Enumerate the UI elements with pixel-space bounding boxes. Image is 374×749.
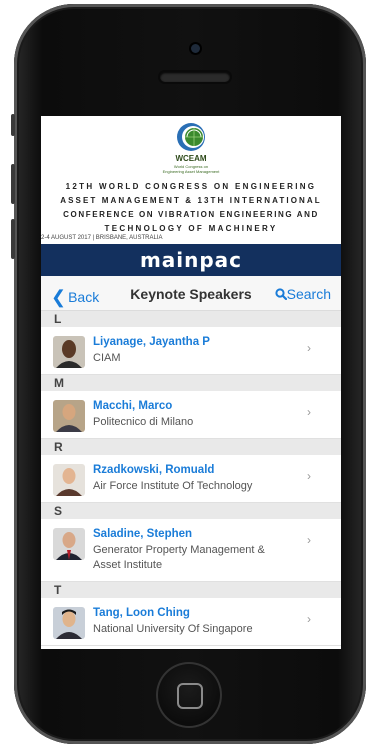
conference-title-line-2: ASSET MANAGEMENT & 13TH INTERNATIONAL xyxy=(60,196,322,205)
speaker-name: Liyanage, Jayantha P xyxy=(93,336,210,348)
speaker-row-saladine[interactable]: Saladine, Stephen Generator Property Man… xyxy=(41,519,341,582)
speaker-org: Air Force Institute Of Technology xyxy=(93,480,253,492)
brand-logo: mainpac xyxy=(139,248,243,272)
conference-title-line-1: 12TH WORLD CONGRESS ON ENGINEERING xyxy=(65,182,317,191)
section-header-s: S xyxy=(41,503,341,519)
nav-bar: ❮ Back Keynote Speakers Search xyxy=(41,276,341,311)
chevron-right-icon: › xyxy=(307,341,311,355)
speaker-photo xyxy=(53,528,85,560)
conference-title-line-3: CONFERENCE ON VIBRATION ENGINEERING AND xyxy=(63,210,319,219)
speaker-row-rzadkowski[interactable]: Rzadkowski, Romuald Air Force Institute … xyxy=(41,455,341,503)
chevron-right-icon: › xyxy=(307,405,311,419)
search-icon xyxy=(275,288,287,301)
home-button[interactable] xyxy=(156,662,222,728)
speaker-photo xyxy=(53,464,85,496)
speaker-org: Generator Property Management & Asset In… xyxy=(93,544,265,571)
speaker-org: National University Of Singapore xyxy=(93,623,253,635)
volume-up-button xyxy=(11,164,15,204)
conference-banner: WCEAM World Congress on Engineering Asse… xyxy=(41,116,341,233)
earpiece-speaker xyxy=(160,72,230,82)
speaker-name: Tang, Loon Ching xyxy=(93,607,190,619)
speaker-org: Politecnico di Milano xyxy=(93,416,194,428)
speaker-photo xyxy=(53,336,85,368)
speaker-row-liyanage[interactable]: Liyanage, Jayantha P CIAM › xyxy=(41,327,341,375)
chevron-right-icon: › xyxy=(307,612,311,626)
section-header-l: L xyxy=(41,311,341,327)
speaker-list: L Liyanage, Jayantha P CIAM › M Macchi, … xyxy=(41,311,341,646)
front-camera xyxy=(191,44,200,53)
brand-bar: mainpac xyxy=(41,244,341,276)
section-header-m: M xyxy=(41,375,341,391)
speaker-photo xyxy=(53,607,85,639)
mute-switch xyxy=(11,114,15,136)
speaker-row-macchi[interactable]: Macchi, Marco Politecnico di Milano › xyxy=(41,391,341,439)
conference-date: 2-4 AUGUST 2017 | BRISBANE, AUSTRALIA xyxy=(41,235,163,241)
speaker-photo xyxy=(53,400,85,432)
speaker-name: Saladine, Stephen xyxy=(93,528,193,540)
search-button[interactable]: Search xyxy=(275,286,331,302)
logo-subtitle-2: Engineering Asset Management xyxy=(162,169,220,174)
wceam-logo xyxy=(177,123,205,151)
chevron-right-icon: › xyxy=(307,533,311,547)
speaker-org: CIAM xyxy=(93,352,121,364)
home-square-icon xyxy=(177,683,203,709)
speaker-name: Rzadkowski, Romuald xyxy=(93,464,215,476)
chevron-right-icon: › xyxy=(307,469,311,483)
volume-down-button xyxy=(11,219,15,259)
speaker-name: Macchi, Marco xyxy=(93,400,173,412)
conference-title-line-4: TECHNOLOGY OF MACHINERY xyxy=(104,224,278,233)
section-header-t: T xyxy=(41,582,341,598)
app-screen: WCEAM World Congress on Engineering Asse… xyxy=(41,116,341,649)
section-header-r: R xyxy=(41,439,341,455)
search-label: Search xyxy=(286,286,331,302)
speaker-row-tang[interactable]: Tang, Loon Ching National University Of … xyxy=(41,598,341,646)
logo-name: WCEAM xyxy=(175,154,207,163)
